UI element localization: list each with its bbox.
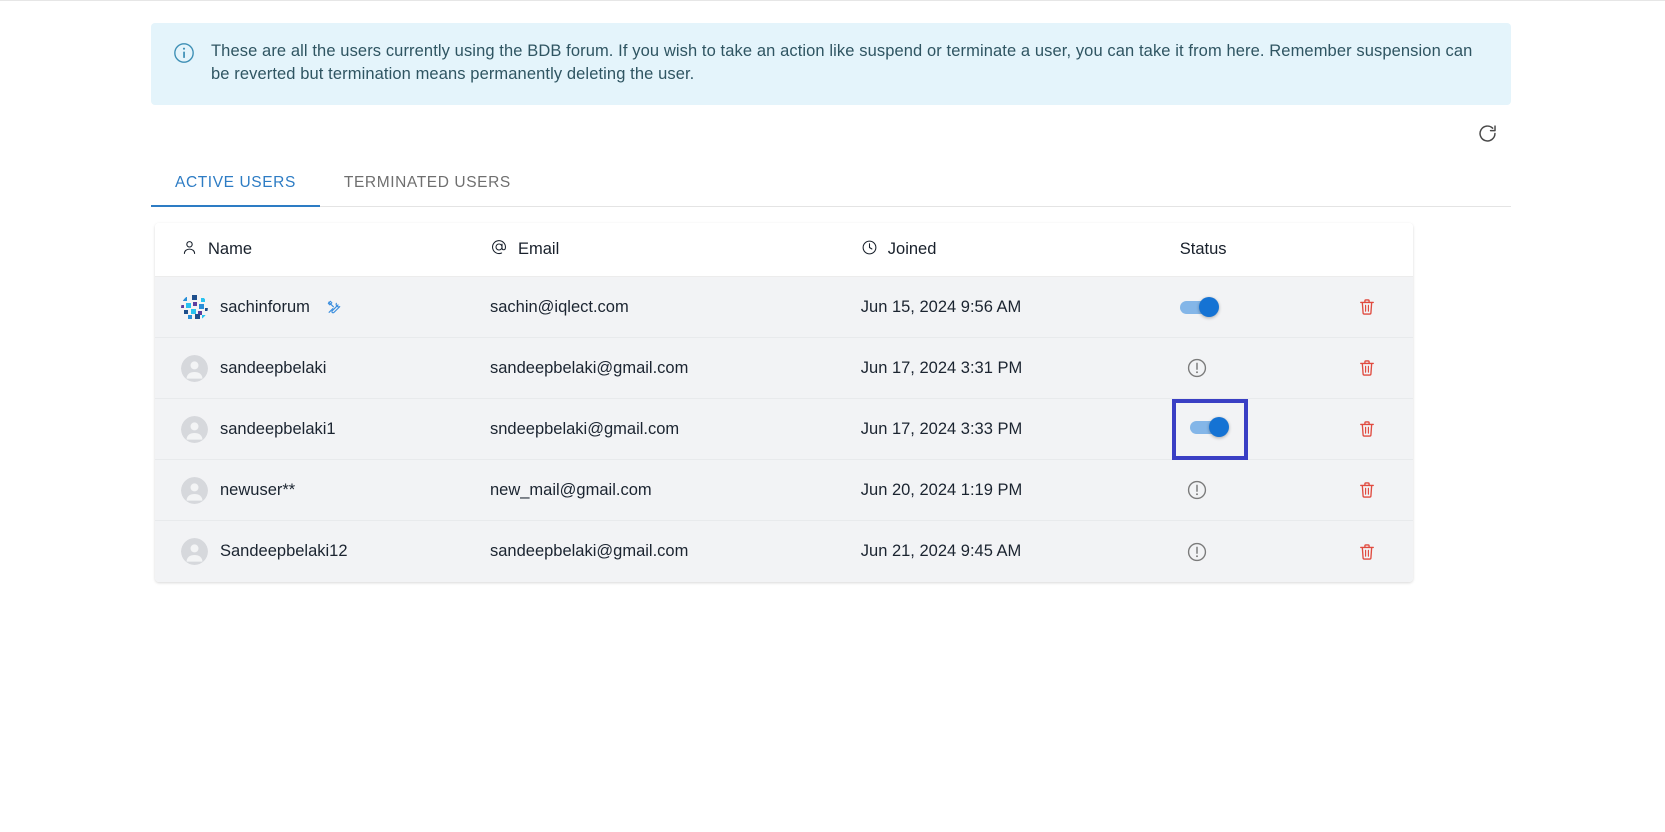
trash-icon[interactable] (1357, 296, 1377, 318)
clock-icon (861, 239, 878, 261)
default-person-avatar (181, 354, 208, 382)
info-banner: These are all the users currently using … (151, 23, 1511, 105)
cell-joined: Jun 21, 2024 9:45 AM (860, 542, 1022, 560)
users-table: Name Email Joined Status sachinforum sac… (155, 223, 1413, 582)
page-content: These are all the users currently using … (151, 23, 1511, 582)
toggle-thumb (1208, 416, 1229, 437)
users-admin-page: These are all the users currently using … (0, 0, 1665, 832)
tab-terminated-users-label: TERMINATED USERS (343, 174, 511, 191)
column-header-status: Status (1170, 240, 1349, 259)
default-person-avatar (181, 476, 208, 504)
admin-tools-icon (326, 299, 343, 316)
default-person-avatar (181, 415, 208, 443)
cell-email: sachin@iqlect.com (489, 297, 629, 316)
column-header-email: Email (490, 238, 861, 261)
cell-actions (1349, 418, 1409, 440)
warning-circle-icon[interactable] (1186, 357, 1208, 379)
cell-actions (1349, 357, 1409, 379)
column-header-name: Name (159, 239, 490, 261)
cell-email: sandeepbelaki@gmail.com (489, 542, 689, 560)
at-sign-icon (490, 238, 508, 261)
cell-name: newuser** (159, 476, 490, 504)
column-header-email-label: Email (517, 240, 560, 258)
cell-status (1170, 541, 1349, 563)
info-banner-text: These are all the users currently using … (211, 42, 1473, 83)
warning-circle-icon[interactable] (1186, 541, 1208, 563)
user-name: sachinforum (220, 297, 310, 316)
status-toggle[interactable] (1179, 297, 1219, 317)
user-name: newuser** (220, 480, 296, 499)
cell-joined: Jun 17, 2024 3:33 PM (860, 419, 1023, 438)
trash-icon[interactable] (1357, 479, 1377, 501)
user-name: sandeepbelaki (220, 358, 327, 377)
cell-joined: Jun 20, 2024 1:19 PM (860, 480, 1023, 499)
column-header-joined: Joined (861, 239, 1170, 261)
user-name: sandeepbelaki1 (220, 419, 336, 438)
column-header-joined-label: Joined (887, 240, 937, 258)
table-row[interactable]: sandeepbelaki sandeepbelaki@gmail.com Ju… (155, 338, 1413, 399)
column-header-status-label: Status (1179, 240, 1227, 258)
cell-joined: Jun 17, 2024 3:31 PM (860, 358, 1023, 377)
cell-name: sandeepbelaki (159, 354, 490, 382)
table-row[interactable]: Sandeepbelaki12 sandeepbelaki@gmail.com … (155, 521, 1413, 582)
table-header-row: Name Email Joined Status (155, 223, 1413, 277)
cell-status (1170, 297, 1349, 317)
column-header-name-label: Name (208, 240, 253, 258)
cell-actions (1349, 479, 1409, 501)
cell-email: sndeepbelaki@gmail.com (489, 419, 680, 438)
cell-email: sandeepbelaki@gmail.com (489, 358, 689, 377)
trash-icon[interactable] (1357, 418, 1377, 440)
default-person-avatar (181, 538, 208, 565)
cell-actions (1349, 296, 1409, 318)
refresh-icon[interactable] (1473, 119, 1501, 147)
cell-joined: Jun 15, 2024 9:56 AM (860, 297, 1022, 316)
top-divider (0, 0, 1665, 1)
cell-name: sandeepbelaki1 (159, 415, 490, 443)
identicon-avatar (181, 293, 208, 321)
tab-terminated-users[interactable]: TERMINATED USERS (320, 174, 535, 206)
cell-name: sachinforum (159, 293, 490, 321)
cell-status (1170, 398, 1349, 460)
trash-icon[interactable] (1357, 541, 1377, 563)
warning-circle-icon[interactable] (1186, 479, 1208, 501)
cell-actions (1349, 541, 1409, 563)
table-row[interactable]: sachinforum sachin@iqlect.com Jun 15, 20… (155, 277, 1413, 338)
person-icon (181, 239, 198, 261)
cell-status (1170, 479, 1349, 501)
table-row[interactable]: newuser** new_mail@gmail.com Jun 20, 202… (155, 460, 1413, 521)
toggle-thumb (1198, 297, 1219, 317)
tab-active-users-label: ACTIVE USERS (175, 174, 296, 191)
tab-bar: ACTIVE USERS TERMINATED USERS (151, 159, 1511, 207)
table-row[interactable]: sandeepbelaki1 sndeepbelaki@gmail.com Ju… (155, 398, 1413, 460)
info-circle-icon (173, 42, 195, 69)
toolbar (151, 113, 1511, 157)
trash-icon[interactable] (1357, 357, 1377, 379)
cell-email: new_mail@gmail.com (489, 480, 652, 499)
status-toggle[interactable] (1189, 416, 1229, 437)
status-toggle-highlight (1171, 398, 1248, 460)
cell-status (1170, 357, 1349, 379)
user-name: Sandeepbelaki12 (220, 542, 348, 560)
cell-name: Sandeepbelaki12 (159, 538, 490, 565)
tab-active-users[interactable]: ACTIVE USERS (151, 174, 320, 207)
